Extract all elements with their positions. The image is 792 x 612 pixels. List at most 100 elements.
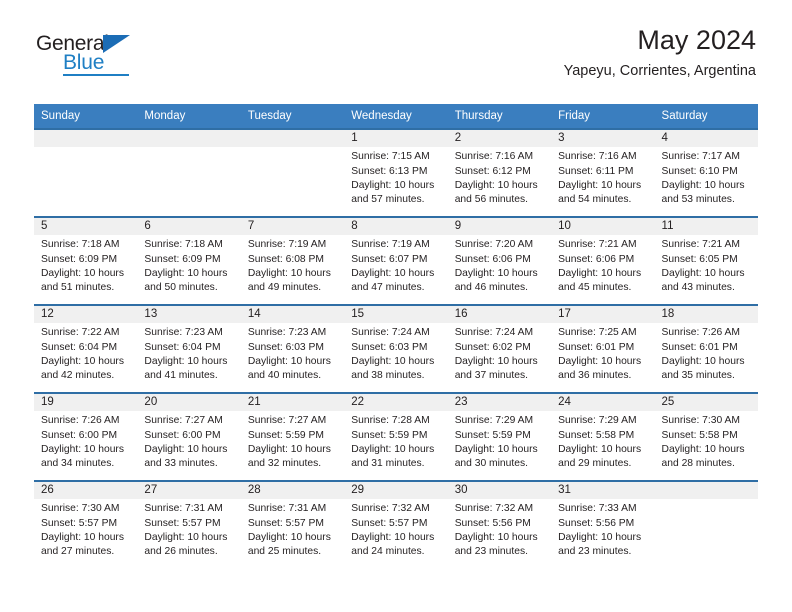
calendar-day-cell[interactable]: 1 Sunrise: 7:15 AM Sunset: 6:13 PM Daylight… (344, 130, 448, 217)
sunset-time: Sunset: 5:57 PM (41, 517, 118, 529)
daylight-duration-line2: and 33 minutes. (144, 457, 218, 469)
day-number: 5 (41, 220, 48, 233)
day-number-band: 26 (34, 482, 138, 500)
sunset-time: Sunset: 5:57 PM (351, 517, 428, 529)
calendar-day-cell[interactable]: 13 Sunrise: 7:23 AM Sunset: 6:04 PM Dayligh… (137, 306, 241, 393)
calendar-day-cell[interactable]: 6 Sunrise: 7:18 AM Sunset: 6:09 PM Daylight… (137, 218, 241, 305)
daylight-duration-line2: and 49 minutes. (247, 281, 322, 293)
daylight-duration-line2: and 23 minutes. (454, 545, 528, 557)
day-number-band: 20 (137, 394, 241, 412)
day-number: 4 (661, 132, 668, 145)
calendar-day-cell[interactable]: 16 Sunrise: 7:24 AM Sunset: 6:02 PM Dayligh… (447, 306, 552, 393)
day-number: 25 (661, 396, 675, 409)
day-details: Sunrise: 7:16 AM Sunset: 6:12 PM Daylight:… (448, 147, 551, 207)
calendar-day-cell[interactable]: 27 Sunrise: 7:31 AM Sunset: 5:57 PM Dayligh… (137, 482, 241, 569)
calendar-day-cell[interactable]: 29 Sunrise: 7:32 AM Sunset: 5:57 PM Dayligh… (344, 482, 448, 569)
calendar-day-cell[interactable]: 18 Sunrise: 7:26 AM Sunset: 6:01 PM Dayligh… (654, 306, 758, 393)
sunrise-time: Sunrise: 7:27 AM (247, 415, 327, 427)
calendar-day-cell[interactable]: 26 Sunrise: 7:30 AM Sunset: 5:57 PM Dayligh… (34, 482, 138, 569)
day-number-band (137, 130, 241, 148)
day-details: Sunrise: 7:23 AM Sunset: 6:03 PM Daylight:… (241, 323, 344, 383)
day-details: Sunrise: 7:30 AM Sunset: 5:57 PM Daylight:… (34, 499, 137, 559)
day-details: Sunrise: 7:15 AM Sunset: 6:13 PM Daylight:… (344, 147, 447, 207)
sunrise-time: Sunrise: 7:30 AM (661, 415, 740, 427)
sunset-time: Sunset: 6:04 PM (144, 341, 221, 353)
sunset-time: Sunset: 6:13 PM (351, 165, 428, 177)
sunrise-time: Sunrise: 7:22 AM (41, 327, 120, 339)
day-details: Sunrise: 7:26 AM Sunset: 6:00 PM Daylight:… (34, 411, 137, 471)
calendar-day-cell[interactable]: 14 Sunrise: 7:23 AM Sunset: 6:03 PM Dayligh… (240, 306, 345, 393)
calendar-day-cell[interactable]: 24 Sunrise: 7:29 AM Sunset: 5:58 PM Dayligh… (551, 394, 655, 481)
calendar-day-cell[interactable]: 19 Sunrise: 7:26 AM Sunset: 6:00 PM Dayligh… (34, 394, 138, 481)
page-title: May 2024 (637, 25, 756, 55)
sunset-time: Sunset: 6:12 PM (454, 165, 531, 177)
day-number: 20 (144, 396, 158, 409)
calendar-day-cell[interactable]: 11 Sunrise: 7:21 AM Sunset: 6:05 PM Dayligh… (654, 218, 758, 305)
calendar-day-cell[interactable]: 20 Sunrise: 7:27 AM Sunset: 6:00 PM Dayligh… (137, 394, 241, 481)
daylight-duration-line2: and 42 minutes. (41, 369, 115, 381)
calendar-day-cell[interactable]: 25 Sunrise: 7:30 AM Sunset: 5:58 PM Dayligh… (654, 394, 758, 481)
day-number-band: 3 (551, 130, 655, 148)
daylight-duration-line1: Daylight: 10 hours (41, 267, 124, 279)
calendar-day-cell[interactable]: 8 Sunrise: 7:19 AM Sunset: 6:07 PM Daylight… (344, 218, 448, 305)
calendar-day-cell[interactable]: 5 Sunrise: 7:18 AM Sunset: 6:09 PM Daylight… (34, 218, 138, 305)
calendar-day-cell[interactable]: 9 Sunrise: 7:20 AM Sunset: 6:06 PM Daylight… (447, 218, 552, 305)
sunrise-time: Sunrise: 7:24 AM (351, 327, 430, 339)
sunrise-time: Sunrise: 7:31 AM (144, 503, 223, 515)
daylight-duration-line2: and 26 minutes. (144, 545, 218, 557)
day-number-band: 21 (240, 394, 345, 412)
sunrise-time: Sunrise: 7:16 AM (558, 151, 637, 163)
sunrise-time: Sunrise: 7:19 AM (351, 239, 430, 251)
calendar-day-cell[interactable]: 23 Sunrise: 7:29 AM Sunset: 5:59 PM Dayligh… (447, 394, 552, 481)
sunset-time: Sunset: 6:07 PM (351, 253, 428, 265)
daylight-duration-line1: Daylight: 10 hours (247, 267, 331, 279)
day-details: Sunrise: 7:16 AM Sunset: 6:11 PM Daylight:… (551, 147, 654, 207)
calendar-day-cell[interactable]: 21 Sunrise: 7:27 AM Sunset: 5:59 PM Dayligh… (240, 394, 345, 481)
daylight-duration-line2: and 31 minutes. (351, 457, 425, 469)
daylight-duration-line1: Daylight: 10 hours (454, 267, 538, 279)
sunset-time: Sunset: 6:09 PM (41, 253, 118, 265)
calendar-day-cell[interactable]: 2 Sunrise: 7:16 AM Sunset: 6:12 PM Daylight… (447, 130, 552, 217)
day-number: 14 (247, 308, 261, 321)
daylight-duration-line1: Daylight: 10 hours (454, 443, 538, 455)
sunset-time: Sunset: 6:10 PM (661, 165, 738, 177)
calendar-day-cell[interactable]: 28 Sunrise: 7:31 AM Sunset: 5:57 PM Dayligh… (240, 482, 345, 569)
sunrise-time: Sunrise: 7:21 AM (558, 239, 637, 251)
calendar-day-cell[interactable]: 10 Sunrise: 7:21 AM Sunset: 6:06 PM Dayligh… (551, 218, 655, 305)
calendar-day-cell[interactable]: 4 Sunrise: 7:17 AM Sunset: 6:10 PM Daylight… (654, 130, 758, 217)
day-number: 19 (41, 396, 54, 409)
daylight-duration-line1: Daylight: 10 hours (41, 531, 124, 543)
calendar-day-cell[interactable]: 30 Sunrise: 7:32 AM Sunset: 5:56 PM Dayligh… (447, 482, 552, 569)
day-number: 12 (41, 308, 54, 321)
daylight-duration-line2: and 34 minutes. (41, 457, 115, 469)
daylight-duration-line1: Daylight: 10 hours (351, 267, 435, 279)
calendar-day-cell[interactable]: 31 Sunrise: 7:33 AM Sunset: 5:56 PM Dayligh… (551, 482, 655, 569)
calendar-day-cell[interactable]: 12 Sunrise: 7:22 AM Sunset: 6:04 PM Dayligh… (34, 306, 138, 393)
daylight-duration-line2: and 29 minutes. (558, 457, 632, 469)
day-number-band: 6 (137, 218, 241, 236)
logo-underline (63, 74, 129, 76)
day-number: 30 (454, 484, 468, 497)
day-details: Sunrise: 7:21 AM Sunset: 6:06 PM Daylight:… (551, 235, 654, 295)
sunrise-time: Sunrise: 7:15 AM (351, 151, 430, 163)
weekday-header-wednesday: Wednesday (351, 110, 412, 122)
calendar-day-cell-empty (34, 130, 138, 217)
day-number: 31 (558, 484, 571, 497)
day-number-band: 1 (344, 130, 448, 148)
daylight-duration-line2: and 36 minutes. (558, 369, 632, 381)
calendar-day-cell[interactable]: 22 Sunrise: 7:28 AM Sunset: 5:59 PM Dayligh… (344, 394, 448, 481)
calendar-day-cell[interactable]: 17 Sunrise: 7:25 AM Sunset: 6:01 PM Dayligh… (551, 306, 655, 393)
day-details: Sunrise: 7:25 AM Sunset: 6:01 PM Daylight:… (551, 323, 654, 383)
daylight-duration-line2: and 40 minutes. (247, 369, 322, 381)
daylight-duration-line2: and 51 minutes. (41, 281, 115, 293)
daylight-duration-line1: Daylight: 10 hours (351, 443, 435, 455)
sunset-time: Sunset: 6:06 PM (558, 253, 635, 265)
general-blue-logo[interactable]: General Blue (36, 33, 151, 77)
daylight-duration-line1: Daylight: 10 hours (454, 355, 538, 367)
day-number: 7 (247, 220, 255, 233)
day-details: Sunrise: 7:17 AM Sunset: 6:10 PM Daylight:… (655, 147, 758, 207)
day-details: Sunrise: 7:22 AM Sunset: 6:04 PM Daylight:… (34, 323, 137, 383)
calendar-day-cell[interactable]: 7 Sunrise: 7:19 AM Sunset: 6:08 PM Daylight… (240, 218, 345, 305)
calendar-day-cell[interactable]: 15 Sunrise: 7:24 AM Sunset: 6:03 PM Dayligh… (344, 306, 448, 393)
calendar-day-cell[interactable]: 3 Sunrise: 7:16 AM Sunset: 6:11 PM Daylight… (551, 130, 655, 217)
